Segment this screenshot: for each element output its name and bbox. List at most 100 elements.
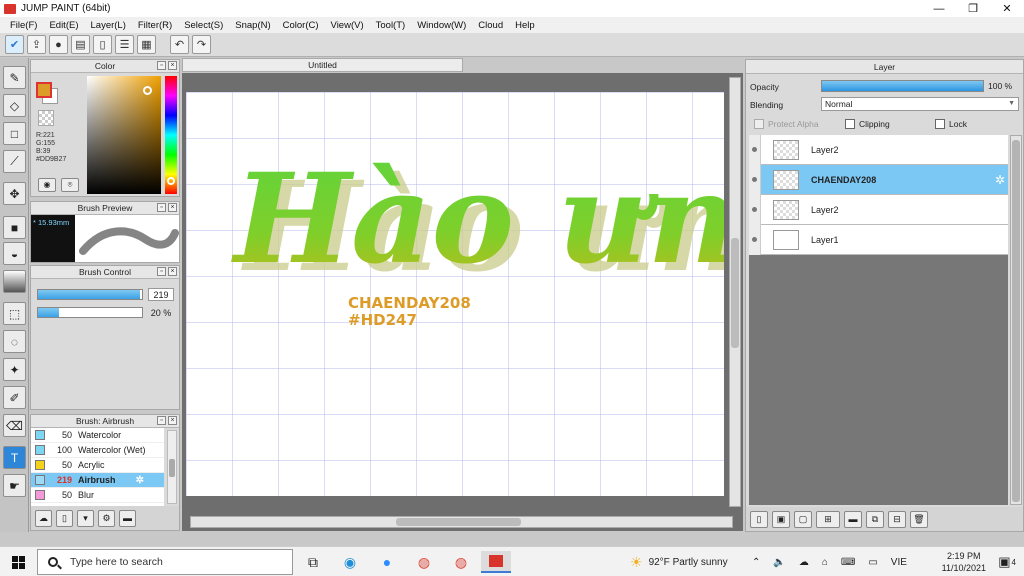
select-pen-icon[interactable]: ✐	[3, 386, 26, 409]
canvas-horizontal-scrollbar[interactable]	[190, 516, 733, 528]
menu-snap[interactable]: Snap(N)	[229, 20, 276, 31]
layer-row[interactable]: CHAENDAY208 ✲	[749, 164, 1008, 195]
speaker-icon[interactable]: 🔈	[773, 557, 785, 568]
chevron-up-icon[interactable]: ⌃	[752, 557, 760, 568]
new-layer-icon[interactable]: ▯	[750, 510, 768, 528]
layer-row[interactable]: Layer1	[749, 224, 1008, 255]
brush-folder-icon[interactable]: ▬	[119, 509, 136, 527]
merge-layer-icon[interactable]: ⊟	[888, 510, 906, 528]
edge-browser-icon[interactable]: ◉	[335, 551, 365, 573]
brush-size-slider[interactable]	[37, 289, 143, 300]
layer-row[interactable]: Layer2	[749, 194, 1008, 225]
add-layer-menu-icon[interactable]: ⊞	[816, 510, 840, 528]
layer-list-scrollbar[interactable]	[1010, 135, 1022, 505]
close-button[interactable]: ✕	[990, 0, 1024, 17]
display-icon[interactable]: ▭	[868, 557, 877, 568]
layer-opacity-slider[interactable]	[821, 80, 984, 92]
clipping-checkbox[interactable]	[845, 119, 855, 129]
hand-icon[interactable]: ☛	[3, 474, 26, 497]
brush-settings-icon[interactable]: ⚙	[98, 509, 115, 527]
brush-opacity-slider[interactable]	[37, 307, 143, 318]
visibility-toggle[interactable]	[749, 164, 761, 195]
menu-window[interactable]: Window(W)	[411, 20, 472, 31]
hue-slider[interactable]	[165, 76, 177, 194]
brush-list-scrollbar[interactable]	[167, 430, 177, 504]
new-8bit-layer-icon[interactable]: ▣	[772, 510, 790, 528]
share-icon[interactable]: ⇪	[27, 35, 46, 54]
bucket-icon[interactable]: ◒	[3, 242, 26, 265]
float-icon[interactable]: ▫	[157, 416, 166, 425]
cloud-brush-icon[interactable]: ☁	[35, 509, 52, 527]
network-icon[interactable]: ⌂	[822, 557, 828, 568]
zoom-app-icon[interactable]: ●	[372, 551, 402, 573]
move-icon[interactable]: ✥	[3, 182, 26, 205]
close-icon[interactable]: ×	[168, 267, 177, 276]
visibility-toggle[interactable]	[749, 224, 761, 255]
float-icon[interactable]: ▫	[157, 267, 166, 276]
visibility-toggle[interactable]	[749, 134, 761, 165]
line-icon[interactable]: ⟋	[3, 150, 26, 173]
menu-layer[interactable]: Layer(L)	[85, 20, 132, 31]
brush-list-item[interactable]: 100 Watercolor (Wet)	[31, 443, 164, 458]
select-eraser-icon[interactable]: ⌫	[3, 414, 26, 437]
blending-select[interactable]: Normal ▼	[821, 97, 1019, 111]
duplicate-layer-icon[interactable]: ⧉	[866, 510, 884, 528]
canvas-vertical-scrollbar[interactable]	[729, 77, 741, 507]
menu-edit[interactable]: Edit(E)	[43, 20, 84, 31]
scroll-thumb[interactable]	[169, 459, 175, 477]
layer-row[interactable]: Layer2	[749, 134, 1008, 165]
check-icon[interactable]: ✔	[5, 35, 24, 54]
menu-cloud[interactable]: Cloud	[472, 20, 509, 31]
task-view-icon[interactable]: ⧉	[298, 551, 328, 573]
palette-icon[interactable]: ◉	[38, 178, 56, 192]
hue-cursor[interactable]	[167, 177, 175, 185]
onedrive-icon[interactable]: ☁	[799, 557, 809, 568]
jump-paint-taskbar-icon[interactable]	[481, 551, 511, 573]
scroll-thumb[interactable]	[1012, 140, 1020, 502]
redo-icon[interactable]: ↷	[192, 35, 211, 54]
scroll-thumb[interactable]	[731, 238, 739, 348]
weather-widget[interactable]: ☀ 92°F Partly sunny	[630, 547, 728, 576]
message-icon[interactable]: ▤	[71, 35, 90, 54]
eraser-icon[interactable]: ◇	[3, 94, 26, 117]
new-brush-icon[interactable]: ▯	[56, 509, 73, 527]
magic-wand-icon[interactable]: ✦	[3, 358, 26, 381]
close-icon[interactable]: ×	[168, 416, 177, 425]
language-indicator[interactable]: VIE	[891, 557, 907, 568]
taskbar-clock[interactable]: 2:19 PM 11/10/2021	[942, 550, 986, 574]
lock-option[interactable]: Lock	[935, 119, 967, 129]
brush-settings-gear-icon[interactable]: ✲	[136, 475, 144, 486]
menu-color[interactable]: Color(C)	[277, 20, 325, 31]
drawing-page[interactable]: Hào ưng Hào ưng CHAENDAY208 #HD247	[186, 92, 834, 496]
brush-options-icon[interactable]: ▾	[77, 509, 94, 527]
sv-picker-cursor[interactable]	[143, 86, 152, 95]
chrome-icon[interactable]: ◍	[409, 551, 439, 573]
undo-icon[interactable]: ↶	[170, 35, 189, 54]
start-button[interactable]	[0, 547, 36, 576]
visibility-toggle[interactable]	[749, 194, 761, 225]
restore-button[interactable]: ❐	[956, 0, 990, 17]
clipping-option[interactable]: Clipping	[845, 119, 890, 129]
brush-list-item[interactable]: 50 Watercolor	[31, 428, 164, 443]
chrome-profile-icon[interactable]: ◍	[446, 551, 476, 573]
fill-rect-icon[interactable]: ■	[3, 216, 26, 239]
taskbar-search[interactable]: Type here to search	[37, 549, 293, 575]
scroll-thumb[interactable]	[396, 518, 521, 526]
brush-list-item[interactable]: 50 Acrylic	[31, 458, 164, 473]
text-icon[interactable]: T	[3, 446, 26, 469]
keyboard-icon[interactable]: ⌨	[841, 557, 855, 568]
grid-icon[interactable]: ▦	[137, 35, 156, 54]
menu-view[interactable]: View(V)	[325, 20, 370, 31]
close-icon[interactable]: ×	[168, 61, 177, 70]
delete-layer-icon[interactable]: 🗑	[910, 510, 928, 528]
canvas-area[interactable]: Hào ưng Hào ưng CHAENDAY208 #HD247	[182, 73, 834, 531]
menu-select[interactable]: Select(S)	[178, 20, 229, 31]
float-icon[interactable]: ▫	[157, 61, 166, 70]
menu-filter[interactable]: Filter(R)	[132, 20, 178, 31]
brush-list-item[interactable]: 50 Blur	[31, 488, 164, 503]
brush-list-item[interactable]: 219 Airbrush ✲	[31, 473, 164, 488]
close-icon[interactable]: ×	[168, 203, 177, 212]
primary-color-swatch[interactable]	[36, 82, 52, 98]
gradient-icon[interactable]	[3, 270, 26, 293]
float-icon[interactable]: ▫	[157, 203, 166, 212]
